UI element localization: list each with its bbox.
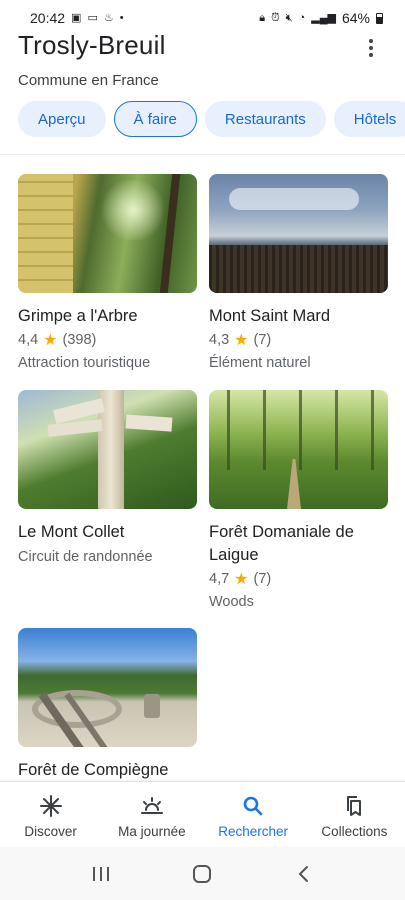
status-time: 20:42 bbox=[30, 10, 66, 26]
nav-collections[interactable]: Collections bbox=[304, 782, 405, 847]
place-rating: 4,4 ★ (398) bbox=[18, 330, 197, 350]
system-navigation-bar bbox=[0, 847, 405, 900]
place-rating: 4,3 ★ (7) bbox=[209, 330, 388, 350]
place-title: Grimpe a l'Arbre bbox=[18, 307, 138, 325]
place-card[interactable]: Grimpe a l'Arbre 4,4 ★ (398) Attraction … bbox=[18, 174, 197, 371]
more-notifications-dot-icon: • bbox=[119, 11, 124, 24]
alarm-icon: ⏰︎ bbox=[271, 11, 280, 24]
chip-a-faire[interactable]: À faire bbox=[113, 101, 197, 137]
wifi-icon: ◔ bbox=[298, 11, 306, 24]
recent-apps-button[interactable] bbox=[86, 859, 116, 889]
place-card[interactable]: Forêt Domaniale de Laigue 4,7 ★ (7) Wood… bbox=[209, 390, 388, 610]
more-options-button[interactable] bbox=[359, 36, 383, 60]
home-icon bbox=[193, 864, 212, 883]
back-icon bbox=[298, 865, 309, 882]
star-icon: ★ bbox=[43, 332, 58, 349]
place-type: Attraction touristique bbox=[18, 355, 151, 371]
rating-value: 4,7 bbox=[209, 571, 230, 587]
chip-hotels[interactable]: Hôtels bbox=[333, 101, 405, 137]
nav-discover[interactable]: Discover bbox=[0, 782, 101, 847]
nav-ma-journee[interactable]: Ma journée bbox=[101, 782, 202, 847]
home-button[interactable] bbox=[187, 859, 217, 889]
bookmarks-icon bbox=[347, 796, 362, 816]
signal-icon: ▂▄▆ bbox=[311, 11, 336, 24]
place-photo[interactable] bbox=[18, 628, 197, 747]
nav-rechercher[interactable]: Rechercher bbox=[203, 782, 304, 847]
more-vert-icon bbox=[369, 39, 373, 43]
nav-label: Rechercher bbox=[218, 824, 289, 839]
place-title: Forêt Domaniale de Laigue bbox=[209, 523, 354, 564]
battery-percent: 64% bbox=[341, 10, 370, 26]
star-icon: ★ bbox=[234, 332, 249, 349]
place-type: Circuit de randonnée bbox=[18, 549, 153, 565]
place-photo[interactable] bbox=[18, 390, 197, 509]
recent-apps-icon bbox=[92, 866, 109, 881]
gallery-notification-icon: ▣ bbox=[71, 11, 82, 24]
place-photo[interactable] bbox=[209, 390, 388, 509]
place-type: Woods bbox=[209, 594, 254, 610]
bottom-navigation: Discover Ma journée Rechercher Collectio… bbox=[0, 781, 405, 847]
page-subtitle: Commune en France bbox=[18, 72, 159, 89]
place-card[interactable]: Forêt de Compiègne bbox=[18, 628, 197, 782]
screen-notification-icon: ▭ bbox=[87, 11, 98, 24]
review-count: (7) bbox=[253, 332, 272, 348]
search-icon bbox=[243, 796, 263, 816]
place-card[interactable]: Mont Saint Mard 4,3 ★ (7) Élément nature… bbox=[209, 174, 388, 371]
back-button[interactable] bbox=[289, 859, 319, 889]
nav-label: Ma journée bbox=[118, 824, 186, 839]
nav-label: Discover bbox=[24, 824, 77, 839]
review-count: (398) bbox=[62, 332, 97, 348]
battery-icon bbox=[376, 12, 383, 24]
lock-icon: 🔒︎ bbox=[259, 11, 266, 24]
place-photo[interactable] bbox=[209, 174, 388, 293]
star-icon: ★ bbox=[234, 571, 249, 588]
place-header: Trosly-Breuil Commune en France bbox=[18, 30, 388, 89]
place-photo[interactable] bbox=[18, 174, 197, 293]
place-card[interactable]: Le Mont Collet Circuit de randonnée bbox=[18, 390, 197, 565]
place-title: Mont Saint Mard bbox=[209, 307, 331, 325]
divider bbox=[0, 154, 405, 155]
review-count: (7) bbox=[253, 571, 272, 587]
chip-restaurants[interactable]: Restaurants bbox=[204, 101, 326, 137]
place-type: Élément naturel bbox=[209, 355, 311, 371]
mute-icon: 🔇︎ bbox=[285, 11, 293, 24]
category-chips: Aperçu À faire Restaurants Hôtels bbox=[18, 101, 405, 137]
discover-icon bbox=[39, 795, 62, 817]
rating-value: 4,4 bbox=[18, 332, 39, 348]
place-title: Forêt de Compiègne bbox=[18, 761, 169, 779]
chip-apercu[interactable]: Aperçu bbox=[18, 101, 106, 137]
place-rating: 4,7 ★ (7) bbox=[209, 569, 388, 589]
page-title: Trosly-Breuil bbox=[18, 30, 166, 60]
nav-label: Collections bbox=[321, 824, 388, 839]
rating-value: 4,3 bbox=[209, 332, 230, 348]
place-title: Le Mont Collet bbox=[18, 523, 125, 541]
app-notification-icon: ♨ bbox=[103, 11, 114, 24]
sunrise-icon bbox=[140, 797, 163, 814]
